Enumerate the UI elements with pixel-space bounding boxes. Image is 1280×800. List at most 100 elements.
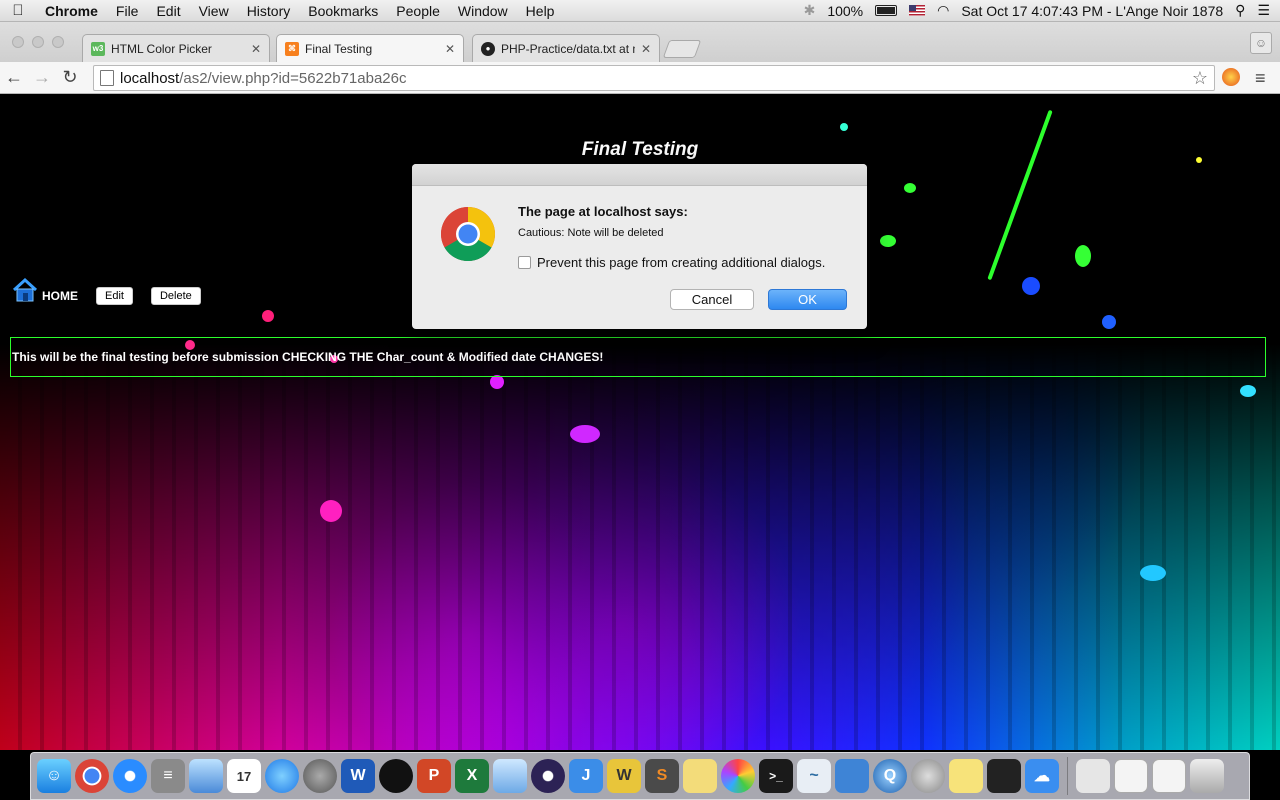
checkbox-box[interactable] [518,256,531,269]
eclipse-icon[interactable] [531,759,565,793]
checkbox-label: Prevent this page from creating addition… [537,255,826,270]
splatter-dot [1102,315,1116,329]
github-icon: ● [481,41,495,56]
apple-menu-icon[interactable]:  [0,2,36,19]
printer-icon[interactable] [987,759,1021,793]
spotlight-search-icon[interactable]: ⚲ [1235,2,1245,19]
url-path: /as2/view.php?id=5622b71aba26c [179,69,407,87]
messages-icon[interactable] [265,759,299,793]
macos-menu-bar:  Chrome File Edit View History Bookmark… [0,0,1280,22]
quicktime-icon[interactable]: Q [873,759,907,793]
close-tab-icon[interactable]: ✕ [641,42,651,56]
close-tab-icon[interactable]: ✕ [445,42,455,56]
extension-icon[interactable] [1222,68,1240,86]
new-tab-button[interactable] [662,40,702,58]
powerpoint-icon[interactable]: P [417,759,451,793]
menu-window[interactable]: Window [449,3,517,19]
notes-icon[interactable] [683,759,717,793]
splatter-dot [1140,565,1166,581]
menu-history[interactable]: History [238,3,300,19]
tab-label: PHP-Practice/data.txt at m [501,41,635,56]
browser-toolbar: ← → ↻ localhost/as2/view.php?id=5622b71a… [0,62,1280,94]
icloud-icon[interactable]: ☁ [1025,759,1059,793]
word-icon[interactable]: W [341,759,375,793]
profile-icon[interactable]: ☺ [1250,32,1272,54]
clock[interactable]: Sat Oct 17 4:07:43 PM - L'Ange Noir 1878 [961,3,1223,19]
jira-icon[interactable]: J [569,759,603,793]
terminal-icon[interactable]: >_ [759,759,793,793]
calculator-icon[interactable]: ≡ [151,759,185,793]
dock-separator [1067,757,1068,795]
tab-html-color-picker[interactable]: w3 HTML Color Picker ✕ [82,34,270,62]
bluetooth-icon[interactable]: ✱ [804,2,816,19]
battery-icon[interactable] [875,5,898,16]
notification-center-icon[interactable]: ☰ [1257,2,1270,19]
sublime-icon[interactable]: S [645,759,679,793]
macos-dock: ☺ ≡ 17 W P X J W S >_ ~ Q ☁ [30,752,1250,800]
settings-icon[interactable] [911,759,945,793]
ok-button[interactable]: OK [768,289,847,310]
splatter-dot [570,425,600,443]
splatter-dot [320,500,342,522]
back-arrow-icon[interactable]: ← [0,67,28,88]
battery-percent[interactable]: 100% [827,3,863,19]
bookmark-star-icon[interactable]: ☆ [1192,68,1208,89]
menu-file[interactable]: File [107,3,148,19]
splatter-dot [1075,245,1091,267]
splatter-dot [904,183,916,193]
reload-icon[interactable]: ↻ [56,67,84,88]
menu-edit[interactable]: Edit [147,3,189,19]
zip-icon[interactable] [1076,759,1110,793]
finder-window-icon[interactable] [1152,759,1186,793]
tab-final-testing[interactable]: ⌘ Final Testing ✕ [276,34,464,62]
menu-view[interactable]: View [190,3,238,19]
forward-arrow-icon[interactable]: → [28,67,56,88]
window-controls [12,36,64,48]
wifi-icon[interactable]: ◠ [937,2,949,19]
trash-icon[interactable] [1190,759,1224,793]
window-manager-icon[interactable] [1114,759,1148,793]
excel-icon[interactable]: X [455,759,489,793]
menu-help[interactable]: Help [517,3,564,19]
mysql-icon[interactable]: ~ [797,759,831,793]
dialog-heading: The page at localhost says: [518,204,688,219]
safari-icon[interactable] [113,759,147,793]
system-preferences-icon[interactable] [303,759,337,793]
menu-app-name[interactable]: Chrome [36,3,107,19]
xampp-icon: ⌘ [285,41,299,56]
chrome-logo-icon [440,207,496,262]
tab-label: Final Testing [305,41,373,56]
splatter-dot [1240,385,1256,397]
home-link[interactable]: HOME [12,277,78,303]
address-bar[interactable]: localhost/as2/view.php?id=5622b71aba26c … [93,65,1215,91]
stickies-icon[interactable] [949,759,983,793]
close-tab-icon[interactable]: ✕ [251,42,261,56]
input-source-flag-icon[interactable] [909,5,926,16]
zoom-window-button[interactable] [52,36,64,48]
dialog-message: Cautious: Note will be deleted [518,227,664,239]
green-splatter-streak [987,109,1053,281]
home-icon [12,277,38,302]
edit-button[interactable]: Edit [96,287,133,305]
tab-github-data[interactable]: ● PHP-Practice/data.txt at m ✕ [472,34,660,62]
photos-icon[interactable] [721,759,755,793]
finder-icon[interactable]: ☺ [37,759,71,793]
prevent-dialogs-checkbox[interactable]: Prevent this page from creating addition… [518,255,825,270]
box-icon[interactable] [493,759,527,793]
delete-button[interactable]: Delete [150,287,201,305]
menu-people[interactable]: People [387,3,449,19]
keychain-icon[interactable]: W [607,759,641,793]
calendar-icon[interactable]: 17 [227,759,261,793]
chrome-menu-icon[interactable]: ≡ [1255,68,1266,89]
xcode-icon[interactable] [835,759,869,793]
minimize-window-button[interactable] [32,36,44,48]
splatter-dot [840,123,848,131]
preview-icon[interactable] [189,759,223,793]
chrome-icon[interactable] [75,759,109,793]
cancel-button[interactable]: Cancel [670,289,754,310]
close-window-button[interactable] [12,36,24,48]
tab-label: HTML Color Picker [111,41,212,56]
menu-bookmarks[interactable]: Bookmarks [299,3,387,19]
qq-icon[interactable] [379,759,413,793]
dialog-titlebar [412,164,867,186]
